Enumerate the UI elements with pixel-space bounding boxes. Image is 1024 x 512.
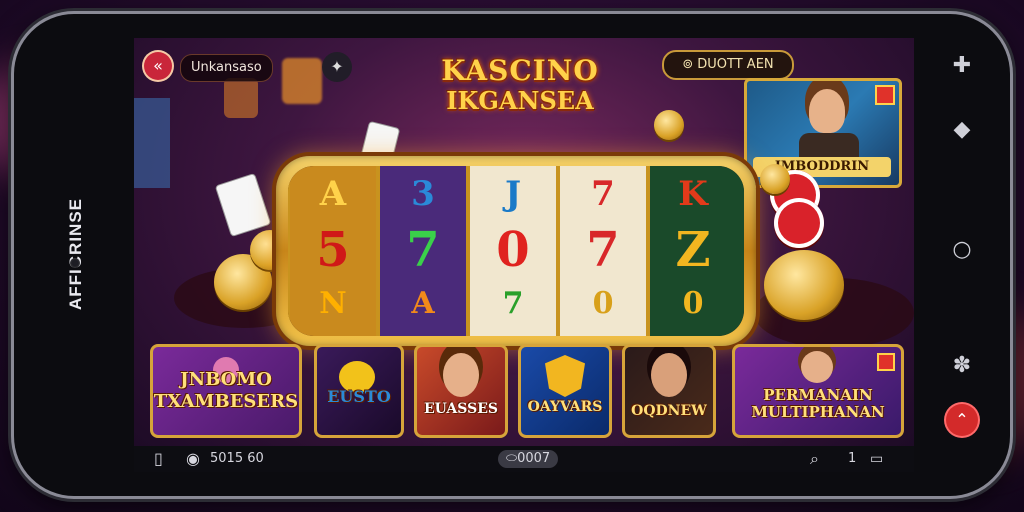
star-settings-button[interactable]: ✦ bbox=[322, 52, 352, 82]
right-value: 1 bbox=[848, 451, 857, 466]
reel-symbol: 7 bbox=[406, 222, 440, 278]
square-button-icon[interactable]: ▯ bbox=[154, 450, 163, 468]
reel-symbol: 7 bbox=[586, 222, 620, 278]
game-tile-label: EUSTO bbox=[327, 387, 391, 406]
reel-window: A 5 N 3 7 A J 0 7 7 7 0 K Z 0 bbox=[288, 166, 744, 336]
front-camera bbox=[70, 258, 80, 268]
device-side-label: AFFICRINSE bbox=[66, 198, 85, 310]
center-indicator[interactable]: ⬭0007 bbox=[498, 450, 559, 468]
reel-5: K Z 0 bbox=[648, 166, 744, 336]
decorative-lantern bbox=[282, 58, 322, 104]
character-portrait bbox=[809, 89, 845, 133]
game-tile-label: OQDNEW bbox=[631, 403, 707, 419]
reel-symbol: 0 bbox=[592, 286, 614, 321]
arrow-icon[interactable]: ◆ bbox=[946, 114, 978, 146]
logo-line-2: IKGANSEA bbox=[446, 86, 594, 115]
search-icon[interactable]: ⌕ bbox=[810, 450, 819, 468]
phone-right-bezel: ✚ ◆ ○ ✽ ⌃ bbox=[914, 14, 1010, 496]
reel-4: 7 7 0 bbox=[558, 166, 648, 336]
gold-coin bbox=[764, 250, 844, 320]
balance-text: DUOTT AEN bbox=[697, 57, 774, 72]
circle-icon[interactable]: ○ bbox=[946, 234, 978, 266]
game-screen: « Unkansaso ✦ KASCINO IKGANSEA ⊚ DUOTT AE… bbox=[134, 38, 914, 472]
balance-pill[interactable]: ⊚ DUOTT AEN bbox=[662, 50, 794, 80]
reel-2: 3 7 A bbox=[378, 166, 468, 336]
reel-symbol: 0 bbox=[682, 286, 704, 321]
background-screen bbox=[134, 98, 170, 188]
center-value: 0007 bbox=[517, 451, 551, 466]
game-tile-label: JNBOMO TXAMBESERS bbox=[153, 369, 299, 412]
back-button[interactable]: « bbox=[144, 52, 172, 80]
settings-gear-icon[interactable]: ✽ bbox=[946, 350, 978, 382]
reel-symbol: J bbox=[504, 174, 522, 214]
player-name-pill[interactable]: Unkansaso bbox=[180, 54, 273, 82]
toggle-icon: ⬭ bbox=[506, 451, 518, 466]
slot-machine[interactable]: A 5 N 3 7 A J 0 7 7 7 0 K Z 0 bbox=[276, 156, 756, 346]
playing-card bbox=[214, 172, 272, 238]
reel-symbol: 7 bbox=[591, 174, 615, 214]
gold-coin bbox=[654, 110, 684, 140]
reel-symbol: 3 bbox=[411, 174, 435, 214]
game-tile-label: OAYVARS bbox=[527, 399, 603, 415]
game-tile-label: PERMANAIN MULTIPHANAN bbox=[751, 386, 885, 421]
reel-symbol: Z bbox=[675, 222, 711, 278]
casino-chip bbox=[774, 198, 824, 248]
character-portrait bbox=[801, 351, 833, 383]
avatar-icon[interactable]: ◉ bbox=[186, 450, 200, 468]
reel-symbol: 5 bbox=[316, 222, 350, 278]
phone-left-bezel: AFFICRINSE bbox=[14, 14, 134, 496]
character-portrait bbox=[651, 353, 687, 397]
game-tile[interactable]: EUASSES bbox=[414, 344, 508, 438]
game-tile[interactable]: EUSTO bbox=[314, 344, 404, 438]
game-tile[interactable]: OAYVARS bbox=[518, 344, 612, 438]
reel-symbol: K bbox=[678, 174, 708, 214]
reel-symbol: N bbox=[319, 286, 347, 321]
decorative-lantern bbox=[224, 78, 258, 118]
game-tile[interactable]: OQDNEW bbox=[622, 344, 716, 438]
reel-1: A 5 N bbox=[288, 166, 378, 336]
credit-value: 5015 60 bbox=[210, 451, 264, 466]
gold-coin bbox=[760, 164, 790, 194]
gift-icon bbox=[877, 353, 895, 371]
shield-icon bbox=[545, 355, 585, 397]
game-tile[interactable]: JNBOMO TXAMBESERS bbox=[150, 344, 302, 438]
reel-3: J 0 7 bbox=[468, 166, 558, 336]
chat-icon[interactable]: ⌃ bbox=[946, 404, 978, 436]
gift-icon bbox=[875, 85, 895, 105]
reel-symbol: 7 bbox=[502, 286, 524, 321]
character-portrait bbox=[443, 353, 479, 397]
phone-frame: AFFICRINSE « Unkansaso ✦ KASCINO IKGANSE… bbox=[14, 14, 1010, 496]
game-tile[interactable]: PERMANAIN MULTIPHANAN bbox=[732, 344, 904, 438]
battery-icon: ▭ bbox=[870, 451, 884, 467]
game-logo: KASCINO IKGANSEA bbox=[420, 56, 620, 116]
logo-line-1: KASCINO bbox=[441, 54, 599, 87]
reel-symbol: A bbox=[411, 286, 435, 321]
bottom-status-bar: ▯ ◉ 5015 60 ⬭0007 ⌕ 1 ▭ bbox=[134, 446, 914, 472]
wallet-icon: ⊚ bbox=[682, 57, 694, 72]
reel-symbol: A bbox=[319, 174, 347, 214]
reel-symbol: 0 bbox=[496, 222, 530, 278]
puzzle-icon[interactable]: ✚ bbox=[946, 50, 978, 82]
game-tile-label: EUASSES bbox=[423, 401, 498, 417]
